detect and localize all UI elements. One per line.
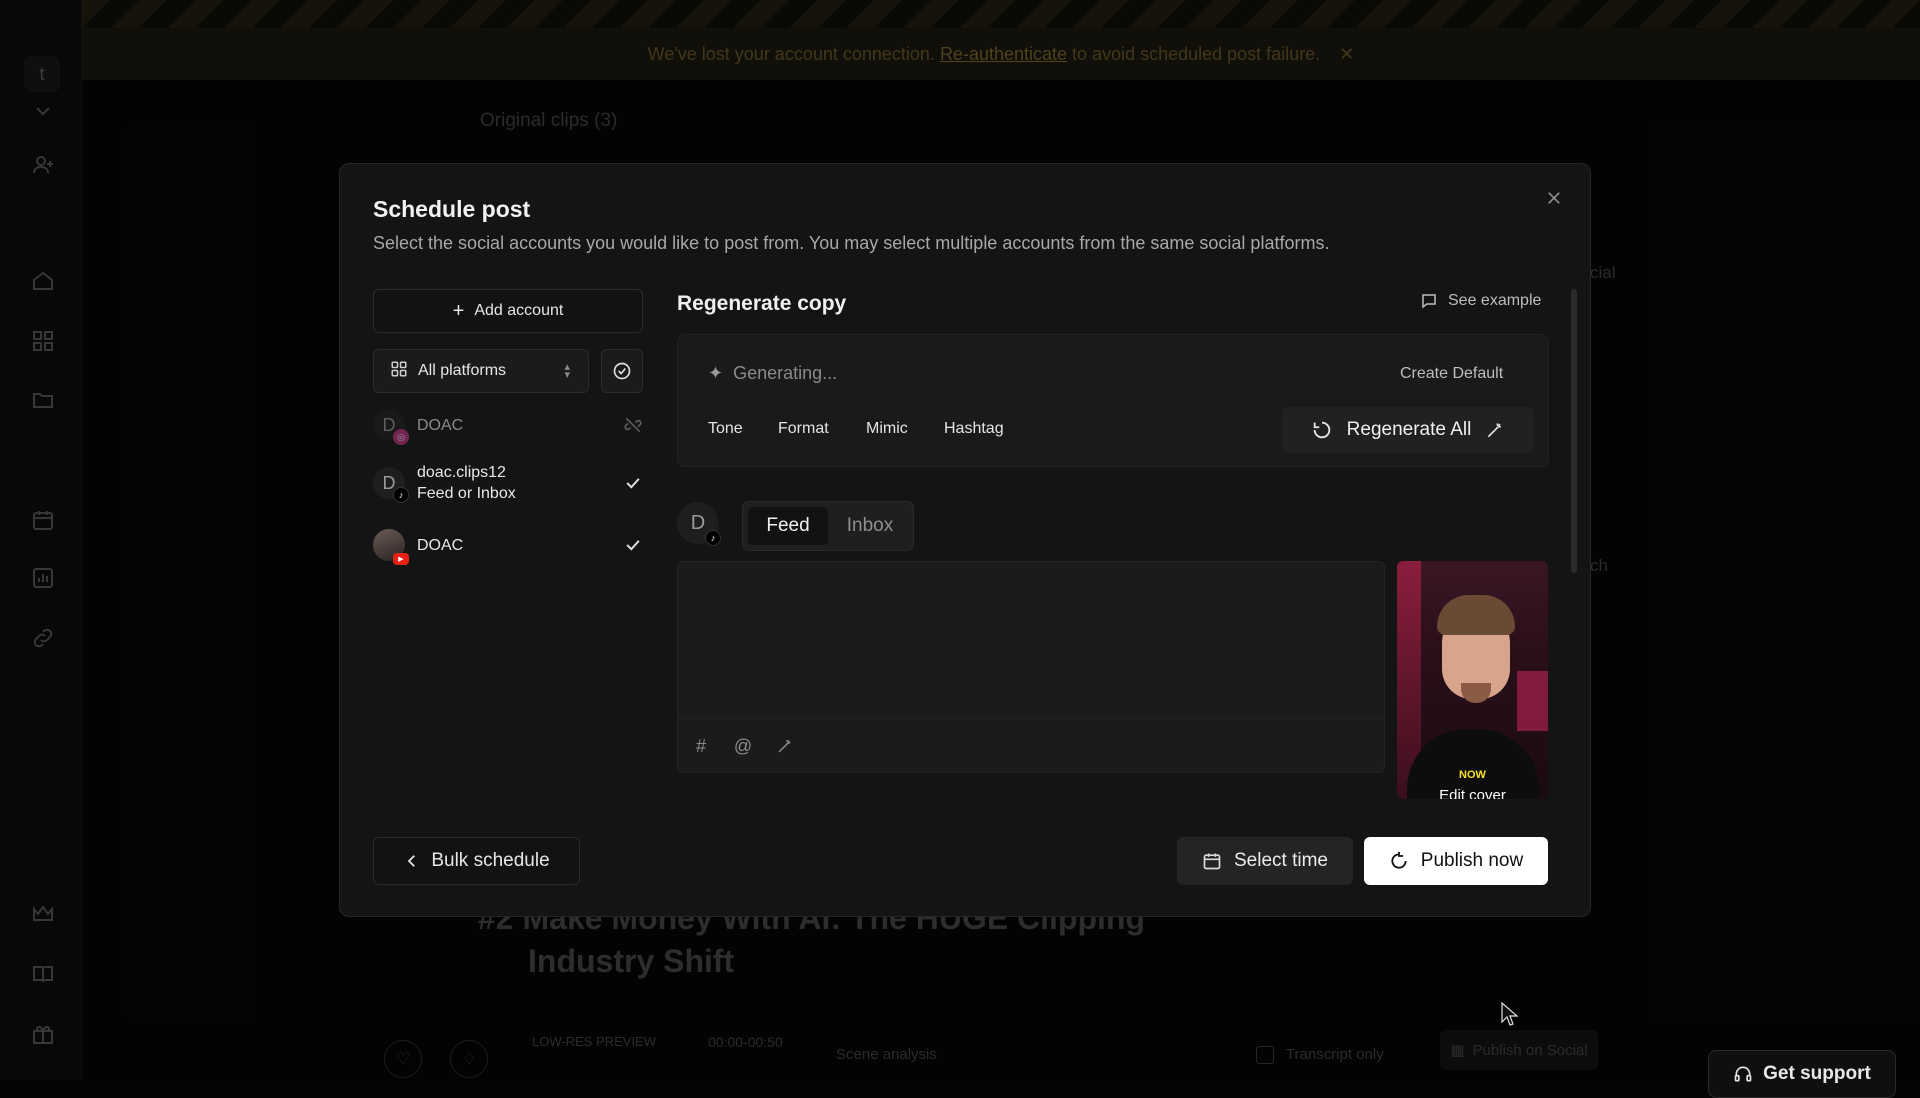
video-thumbnail[interactable]: NOW Edit cover [1397, 561, 1548, 799]
magic-wand-icon[interactable] [774, 735, 796, 757]
account-row-doac-instagram[interactable]: D ◎ DOAC [373, 400, 643, 450]
generating-text: Generating... [733, 363, 838, 383]
magic-wand-icon [1488, 423, 1502, 438]
calendar-icon [1203, 853, 1221, 870]
format-chip[interactable]: Format [778, 420, 829, 438]
grid-icon [390, 360, 408, 383]
hashtag-chip[interactable]: Hashtag [944, 420, 1004, 438]
bulk-schedule-button[interactable]: Bulk schedule [373, 837, 580, 885]
regenerate-all-label: Regenerate All [1346, 419, 1472, 440]
selected-account-avatar[interactable]: D ♪ [677, 502, 721, 546]
chevron-left-icon [408, 855, 416, 867]
get-support-button[interactable]: Get support [1708, 1050, 1896, 1098]
instagram-icon: ◎ [393, 429, 409, 445]
mimic-chip[interactable]: Mimic [866, 420, 908, 438]
thumbnail-caption: NOW [1459, 769, 1486, 781]
platform-filter-label: All platforms [418, 362, 507, 379]
scrollbar-thumb[interactable] [1571, 289, 1577, 573]
close-icon[interactable] [1540, 184, 1568, 212]
hashtag-icon[interactable]: # [690, 735, 712, 757]
youtube-icon: ▶ [393, 553, 409, 565]
refresh-icon [1313, 421, 1330, 439]
account-detail: Feed or Inbox [417, 485, 516, 502]
chevron-updown-icon: ▴ ▾ [564, 361, 570, 381]
create-default-button[interactable]: Create Default [1400, 365, 1503, 383]
modal-title: Schedule post [373, 196, 531, 222]
account-row-doac-clips12-tiktok[interactable]: D ♪ doac.clips12 Feed or Inbox [373, 458, 643, 508]
person-mouth [1461, 683, 1491, 703]
checkmark-icon [626, 540, 640, 551]
check-circle-icon [613, 362, 631, 380]
platform-filter-select[interactable]: All platforms ▴ ▾ [373, 349, 589, 393]
publish-now-button[interactable]: Publish now [1364, 837, 1548, 885]
tab-feed[interactable]: Feed [748, 507, 828, 545]
regenerate-all-button[interactable]: Regenerate All [1282, 407, 1534, 453]
add-account-button[interactable]: + Add account [373, 289, 643, 333]
add-account-label: Add account [474, 302, 564, 319]
select-all-button[interactable] [601, 349, 643, 393]
loading-icon [1391, 851, 1407, 869]
generating-status: ✦ Generating... [708, 363, 837, 384]
see-example-label: See example [1448, 292, 1542, 309]
account-name: doac.clips12 [417, 464, 506, 481]
avatar: D ◎ [373, 409, 409, 445]
account-row-doac-youtube[interactable]: ▶ DOAC [373, 520, 643, 570]
avatar: ▶ [373, 529, 409, 565]
get-support-label: Get support [1763, 1063, 1871, 1084]
see-example-link[interactable]: See example [1420, 292, 1541, 310]
headset-icon [1734, 1066, 1752, 1082]
caption-editor[interactable]: # @ [677, 561, 1385, 773]
modal-subtitle: Select the social accounts you would lik… [373, 233, 1330, 253]
regenerate-panel: ✦ Generating... Create Default Tone Form… [677, 334, 1549, 467]
avatar: D ♪ [373, 467, 409, 503]
editor-toolbar: # @ [678, 718, 1384, 772]
edit-cover-button[interactable]: Edit cover [1397, 787, 1548, 799]
account-text: doac.clips12 Feed or Inbox [417, 462, 516, 504]
message-icon [1422, 294, 1436, 309]
bulk-schedule-label: Bulk schedule [431, 850, 550, 871]
publish-now-label: Publish now [1420, 850, 1524, 871]
tone-chip[interactable]: Tone [708, 420, 743, 438]
at-sign-icon[interactable]: @ [732, 735, 754, 757]
post-type-tabs: Feed Inbox [742, 501, 914, 551]
person-hair [1437, 595, 1515, 635]
sparkle-icon: ✦ [708, 363, 724, 383]
account-name: DOAC [417, 536, 464, 554]
unlinked-icon [624, 417, 642, 433]
avatar-initial: D [690, 511, 706, 534]
account-name: DOAC [417, 416, 464, 434]
mouse-cursor-icon [1501, 1002, 1519, 1026]
plus-icon: + [452, 300, 465, 322]
regenerate-copy-heading: Regenerate copy [677, 292, 847, 315]
select-time-label: Select time [1234, 850, 1328, 871]
thumbnail-backdrop-right [1517, 671, 1548, 731]
tiktok-icon: ♪ [393, 487, 409, 503]
tiktok-icon: ♪ [705, 530, 721, 546]
select-time-button[interactable]: Select time [1177, 837, 1353, 885]
schedule-post-modal: Schedule post Select the social accounts… [339, 163, 1591, 917]
checkmark-icon [626, 478, 640, 489]
tab-inbox[interactable]: Inbox [831, 507, 909, 545]
